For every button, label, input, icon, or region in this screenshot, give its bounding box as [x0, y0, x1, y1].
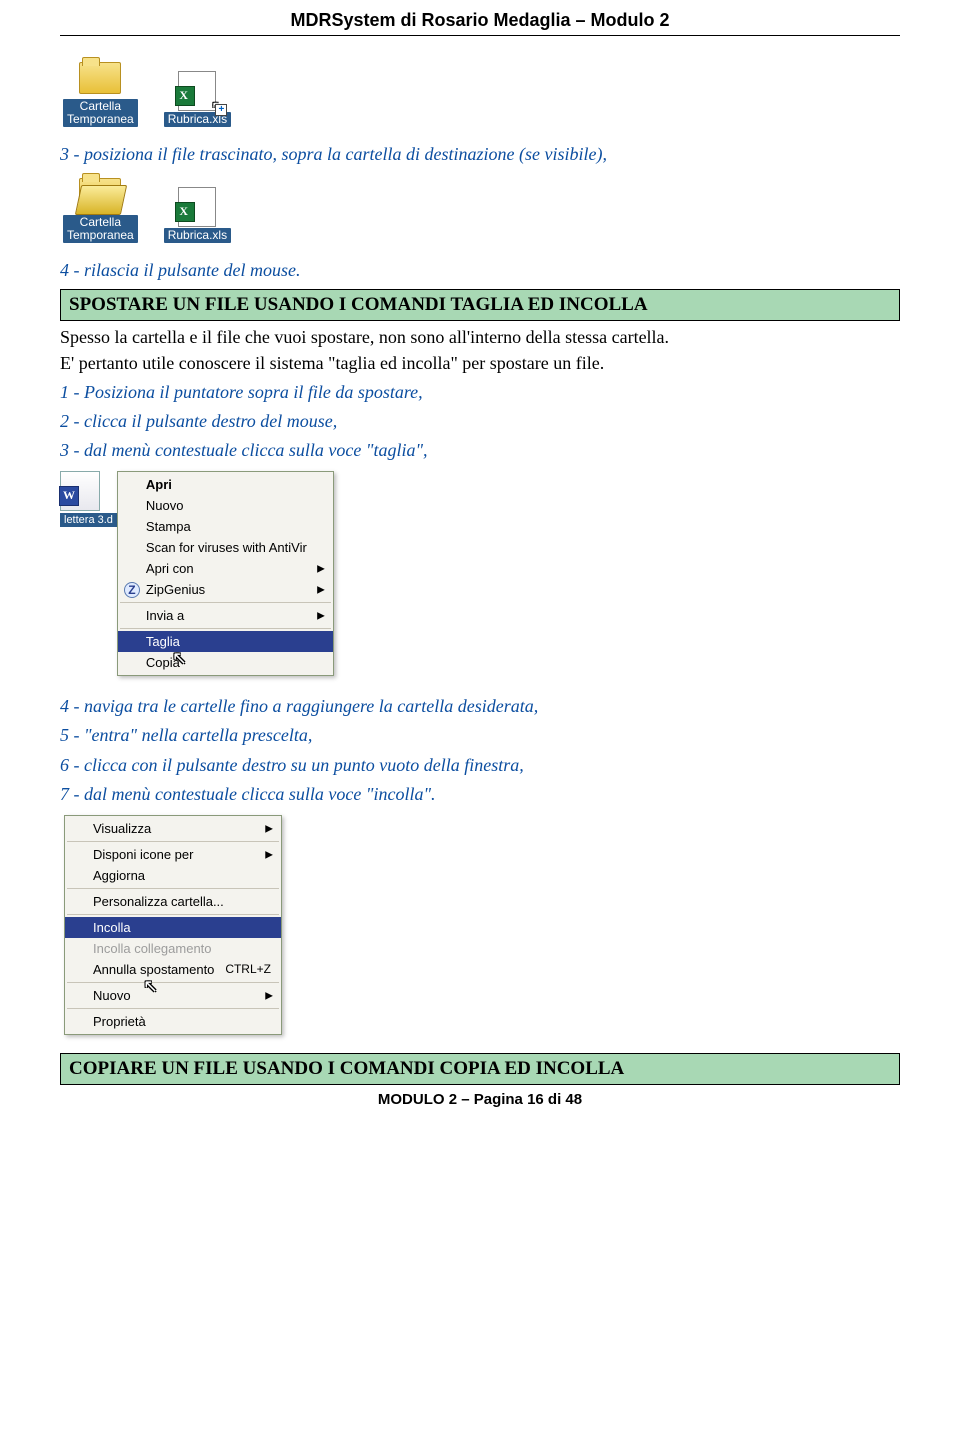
step-4: 4 - rilascia il pulsante del mouse. [60, 258, 900, 283]
para-1: Spesso la cartella e il file che vuoi sp… [60, 325, 900, 349]
menu-item-stampa[interactable]: Stampa [118, 516, 333, 537]
step-c5: 5 - "entra" nella cartella prescelta, [60, 723, 900, 748]
step-b3: 3 - dal menù contestuale clicca sulla vo… [60, 438, 900, 463]
context-menu-snippet-1: lettera 3.d Apri Nuovo Stampa Scan for v… [60, 471, 900, 676]
context-menu-2: Visualizza▶ Disponi icone per▶ Aggiorna … [64, 815, 282, 1035]
folder-label-2: Cartella Temporanea [63, 215, 138, 243]
header-rule [60, 35, 900, 36]
step-c6: 6 - clicca con il pulsante destro su un … [60, 753, 900, 778]
context-menu-1: Apri Nuovo Stampa Scan for viruses with … [117, 471, 334, 676]
file-thumb-label: lettera 3.d [60, 513, 117, 527]
menu-item-apri-con[interactable]: Apri con▶ [118, 558, 333, 579]
submenu-arrow-icon: ▶ [317, 584, 325, 595]
menu-item-aggiorna[interactable]: Aggiorna [65, 865, 281, 886]
menu-item-visualizza[interactable]: Visualizza▶ [65, 818, 281, 839]
word-doc-icon [60, 471, 100, 511]
xls-icon-1: ↖ + Rubrica.xls [164, 72, 231, 127]
plus-badge-icon: + [215, 104, 227, 116]
menu-item-nuovo[interactable]: Nuovo [118, 495, 333, 516]
menu-item-incolla-collegamento[interactable]: Incolla collegamento [65, 938, 281, 959]
step-c7: 7 - dal menù contestuale clicca sulla vo… [60, 782, 900, 807]
menu-separator [120, 628, 331, 629]
menu-separator [67, 841, 279, 842]
desktop-snippet-2: Cartella Temporanea Rubrica.xls [60, 172, 234, 246]
menu-item-scan[interactable]: Scan for viruses with AntiVir [118, 537, 333, 558]
submenu-arrow-icon: ▶ [317, 610, 325, 621]
menu-item-proprieta[interactable]: Proprietà [65, 1011, 281, 1032]
step-3: 3 - posiziona il file trascinato, sopra … [60, 142, 900, 167]
page-header: MDRSystem di Rosario Medaglia – Modulo 2 [60, 10, 900, 35]
page-footer: MODULO 2 – Pagina 16 di 48 [60, 1091, 900, 1108]
folder-icon-2: Cartella Temporanea [63, 175, 138, 243]
menu-separator [67, 914, 279, 915]
menu-item-zipgenius[interactable]: ZZipGenius▶ [118, 579, 333, 600]
shortcut-label: CTRL+Z [225, 962, 271, 976]
step-b1: 1 - Posiziona il puntatore sopra il file… [60, 380, 900, 405]
menu-separator [67, 1008, 279, 1009]
menu-item-disponi[interactable]: Disponi icone per▶ [65, 844, 281, 865]
section-banner-spostare: SPOSTARE UN FILE USANDO I COMANDI TAGLIA… [60, 289, 900, 321]
menu-item-invia[interactable]: Invia a▶ [118, 605, 333, 626]
step-c4: 4 - naviga tra le cartelle fino a raggiu… [60, 694, 900, 719]
para-2: E' pertanto utile conoscere il sistema "… [60, 351, 900, 375]
menu-separator [67, 888, 279, 889]
xls-label-2: Rubrica.xls [164, 228, 231, 243]
menu-item-apri[interactable]: Apri [118, 474, 333, 495]
submenu-arrow-icon: ▶ [265, 990, 273, 1001]
folder-label-1: Cartella Temporanea [63, 99, 138, 127]
menu-item-annulla[interactable]: Annulla spostamentoCTRL+Z [65, 959, 281, 980]
menu-item-copia[interactable]: Copia [118, 652, 333, 673]
menu-item-nuovo-2[interactable]: Nuovo▶ [65, 985, 281, 1006]
submenu-arrow-icon: ▶ [265, 823, 273, 834]
menu-item-personalizza[interactable]: Personalizza cartella... [65, 891, 281, 912]
step-b2: 2 - clicca il pulsante destro del mouse, [60, 409, 900, 434]
menu-separator [120, 602, 331, 603]
desktop-snippet-1: Cartella Temporanea ↖ + Rubrica.xls [60, 56, 234, 130]
zipgenius-icon: Z [124, 582, 140, 598]
submenu-arrow-icon: ▶ [317, 563, 325, 574]
submenu-arrow-icon: ▶ [265, 849, 273, 860]
menu-separator [67, 982, 279, 983]
section-banner-copiare: COPIARE UN FILE USANDO I COMANDI COPIA E… [60, 1053, 900, 1085]
file-thumb: lettera 3.d [60, 471, 117, 527]
folder-icon-1: Cartella Temporanea [63, 59, 138, 127]
context-menu-snippet-2: Visualizza▶ Disponi icone per▶ Aggiorna … [60, 815, 900, 1035]
menu-item-incolla[interactable]: Incolla [65, 917, 281, 938]
xls-icon-2: Rubrica.xls [164, 188, 231, 243]
menu-item-taglia[interactable]: Taglia [118, 631, 333, 652]
